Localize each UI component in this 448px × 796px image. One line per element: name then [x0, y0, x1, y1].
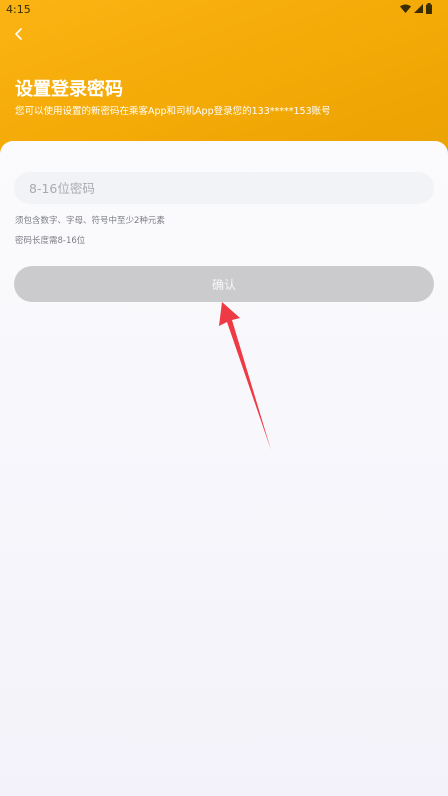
wifi-icon — [400, 4, 411, 13]
password-field[interactable] — [14, 172, 434, 204]
confirm-button[interactable]: 确认 — [14, 266, 434, 302]
chevron-left-icon — [14, 28, 22, 40]
password-hint-composition: 须包含数字、字母、符号中至少2种元素 — [15, 216, 165, 226]
password-hint-length: 密码长度需8-16位 — [15, 236, 86, 246]
status-bar: 4:15 — [0, 0, 448, 20]
page-subtitle: 您可以使用设置的新密码在乘客App和司机App登录您的133*****153账号 — [15, 106, 331, 117]
form-card: 须包含数字、字母、符号中至少2种元素 密码长度需8-16位 确认 — [0, 141, 448, 796]
signal-icon — [414, 4, 423, 13]
back-button[interactable] — [10, 26, 26, 42]
battery-icon — [426, 3, 432, 14]
status-time: 4:15 — [6, 3, 31, 16]
status-icons — [400, 3, 432, 14]
page-title: 设置登录密码 — [15, 79, 123, 100]
password-input[interactable] — [14, 172, 434, 204]
